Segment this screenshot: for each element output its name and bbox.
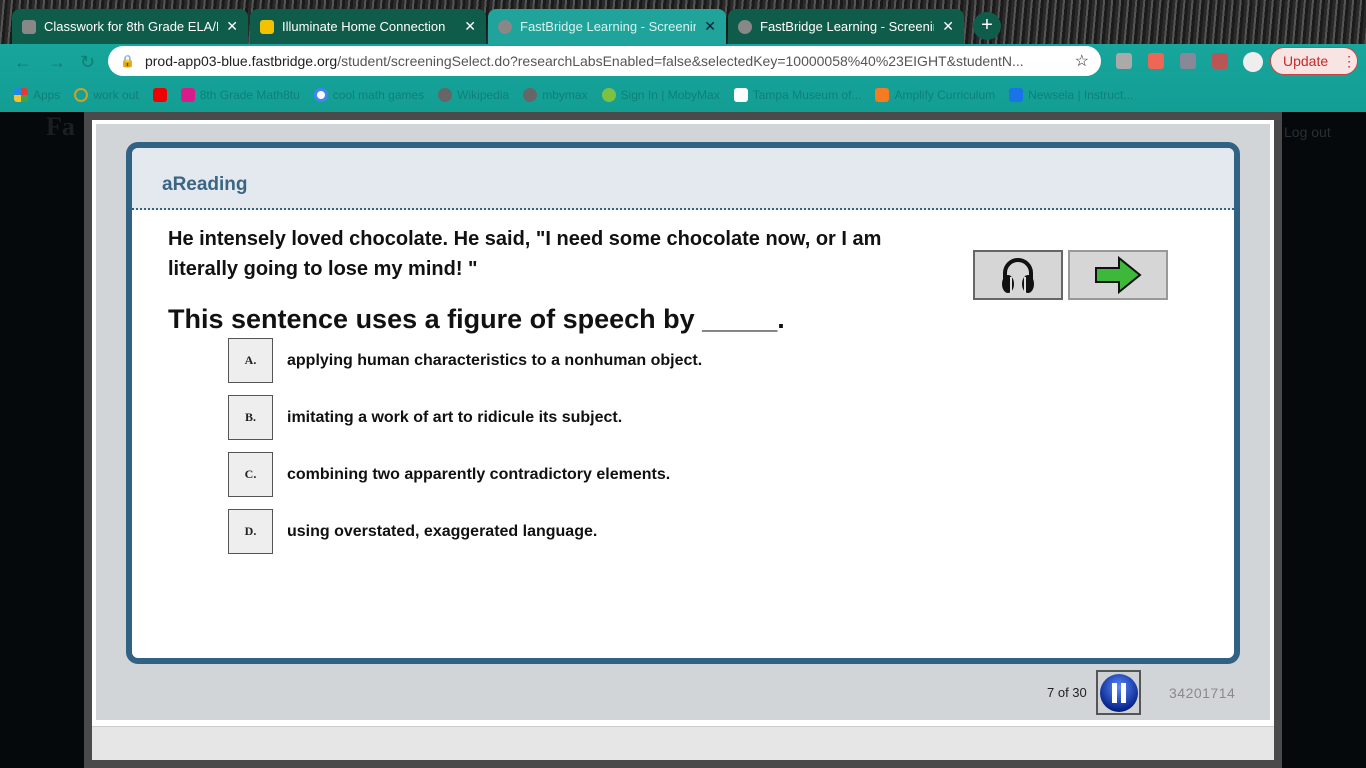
profile-avatar[interactable] (1243, 52, 1263, 72)
next-button[interactable] (1068, 250, 1168, 300)
answer-choice-d[interactable]: D. using overstated, exaggerated language… (228, 509, 597, 554)
logout-link[interactable]: Log out (1284, 124, 1331, 140)
bookmark-math[interactable]: 8th Grade Math8tu (180, 88, 300, 102)
extension-icon[interactable] (1180, 53, 1196, 69)
headphones-icon (1002, 258, 1034, 293)
new-tab-button[interactable]: + (973, 12, 1001, 40)
tab-bar: Classwork for 8th Grade ELA/H ✕ Illuminat… (0, 0, 1366, 46)
youtube-icon (152, 88, 167, 102)
bookmark-label: Amplify Curriculum (894, 88, 996, 102)
bookmark-label: Wikipedia (457, 88, 510, 102)
choice-text: imitating a work of art to ridicule its … (287, 408, 623, 426)
modal-footer (92, 726, 1274, 760)
url-path: /student/screeningSelect.do?researchLabs… (337, 53, 1024, 69)
bookmark-mbymax[interactable]: mbymax (523, 88, 588, 102)
audio-button[interactable] (973, 250, 1063, 300)
question-text: This sentence uses a figure of speech by… (168, 304, 785, 334)
bookmark-label: Sign In | MobyMax (620, 88, 720, 102)
forward-icon[interactable]: → (48, 52, 66, 73)
url-host: prod-app03-blue.fastbridge.org (144, 53, 338, 69)
reload-icon[interactable]: ↻ (80, 52, 95, 73)
fastbridge-logo: Fa (46, 112, 75, 141)
choice-key[interactable]: C. (228, 452, 273, 497)
bookmark-newsela[interactable]: Newsela | Instruct... (1009, 88, 1133, 102)
lock-icon: 🔒 (120, 54, 135, 68)
choice-key[interactable]: A. (228, 338, 273, 383)
student-id: 34201714 (1169, 685, 1236, 701)
illuminate-icon (260, 19, 274, 34)
timer-icon (74, 88, 89, 102)
classroom-icon (180, 88, 195, 102)
tab-fastbridge-active[interactable]: FastBridge Learning - Screenin ✕ (488, 9, 726, 44)
pause-icon (1099, 673, 1138, 712)
bookmark-label: Apps (33, 88, 61, 102)
choice-text: combining two apparently contradictory e… (287, 465, 671, 483)
bookmark-label: work out (93, 88, 139, 102)
bookmark-star-icon[interactable]: ☆ (1075, 51, 1089, 71)
museum-icon (733, 88, 748, 102)
bookmark-amplify[interactable]: Amplify Curriculum (875, 88, 995, 102)
google-icon (313, 88, 328, 102)
bookmark-mobymax[interactable]: Sign In | MobyMax (601, 88, 720, 102)
mobymax-icon (601, 88, 616, 102)
bookmark-work-out[interactable]: work out (74, 88, 139, 102)
pause-button[interactable] (1096, 670, 1141, 715)
globe-icon (498, 19, 512, 34)
classroom-icon (22, 19, 36, 34)
answer-choice-a[interactable]: A. applying human characteristics to a no… (228, 338, 702, 383)
globe-icon (738, 19, 752, 34)
bookmark-tampa-museum[interactable]: Tampa Museum of... (733, 88, 862, 102)
choice-key[interactable]: B. (228, 395, 273, 440)
passage-text: He intensely loved chocolate. He said, "… (168, 228, 882, 280)
answer-choice-c[interactable]: C. combining two apparently contradictory… (228, 452, 670, 497)
choice-text: applying human characteristics to a nonh… (287, 351, 703, 369)
question-card: aReading He intensely loved chocolate. H… (126, 142, 1240, 664)
bookmark-apps[interactable]: Apps (14, 88, 60, 102)
close-tab-icon[interactable]: ✕ (464, 18, 476, 35)
back-icon[interactable]: ← (14, 52, 32, 73)
update-button[interactable]: Update ⋮ (1270, 47, 1358, 75)
extension-icon[interactable] (1148, 53, 1164, 69)
amplify-icon (875, 88, 890, 102)
apps-grid-icon (14, 88, 28, 102)
bookmark-label: cool math games (332, 88, 425, 102)
bookmark-label: Tampa Museum of... (752, 88, 862, 102)
tab-classwork[interactable]: Classwork for 8th Grade ELA/H ✕ (12, 9, 248, 44)
choice-key[interactable]: D. (228, 509, 273, 554)
choice-text: using overstated, exaggerated language. (287, 522, 598, 540)
assessment-title: aReading (132, 148, 1234, 210)
newsela-icon (1009, 88, 1024, 102)
close-tab-icon[interactable]: ✕ (942, 18, 954, 35)
answer-choice-b[interactable]: B. imitating a work of art to ridicule it… (228, 395, 622, 440)
bookmarks-bar: Apps work out 8th Grade Math8tu cool mat… (0, 84, 1366, 106)
globe-icon (438, 88, 453, 102)
bookmark-youtube[interactable] (152, 88, 167, 102)
close-tab-icon[interactable]: ✕ (704, 18, 716, 35)
close-tab-icon[interactable]: ✕ (226, 18, 238, 35)
right-arrow-icon (1095, 256, 1142, 294)
question-progress: 7 of 30 (1047, 685, 1087, 700)
bookmark-label: mbymax (542, 88, 588, 102)
globe-icon (523, 88, 538, 102)
extension-icon[interactable] (1116, 53, 1132, 69)
bookmark-cool-math[interactable]: cool math games (313, 88, 425, 102)
bookmark-label: 8th Grade Math8tu (199, 88, 300, 102)
tab-fastbridge[interactable]: FastBridge Learning - Screenin ✕ (728, 9, 964, 44)
bookmark-wikipedia[interactable]: Wikipedia (438, 88, 509, 102)
menu-dots-icon[interactable]: ⋮ (1342, 53, 1356, 70)
address-bar[interactable]: 🔒 prod-app03-blue.fastbridge.org/student… (108, 46, 1101, 76)
extension-icon[interactable] (1212, 53, 1228, 69)
bookmark-label: Newsela | Instruct... (1028, 88, 1134, 102)
tab-illuminate[interactable]: Illuminate Home Connection ✕ (250, 9, 486, 44)
